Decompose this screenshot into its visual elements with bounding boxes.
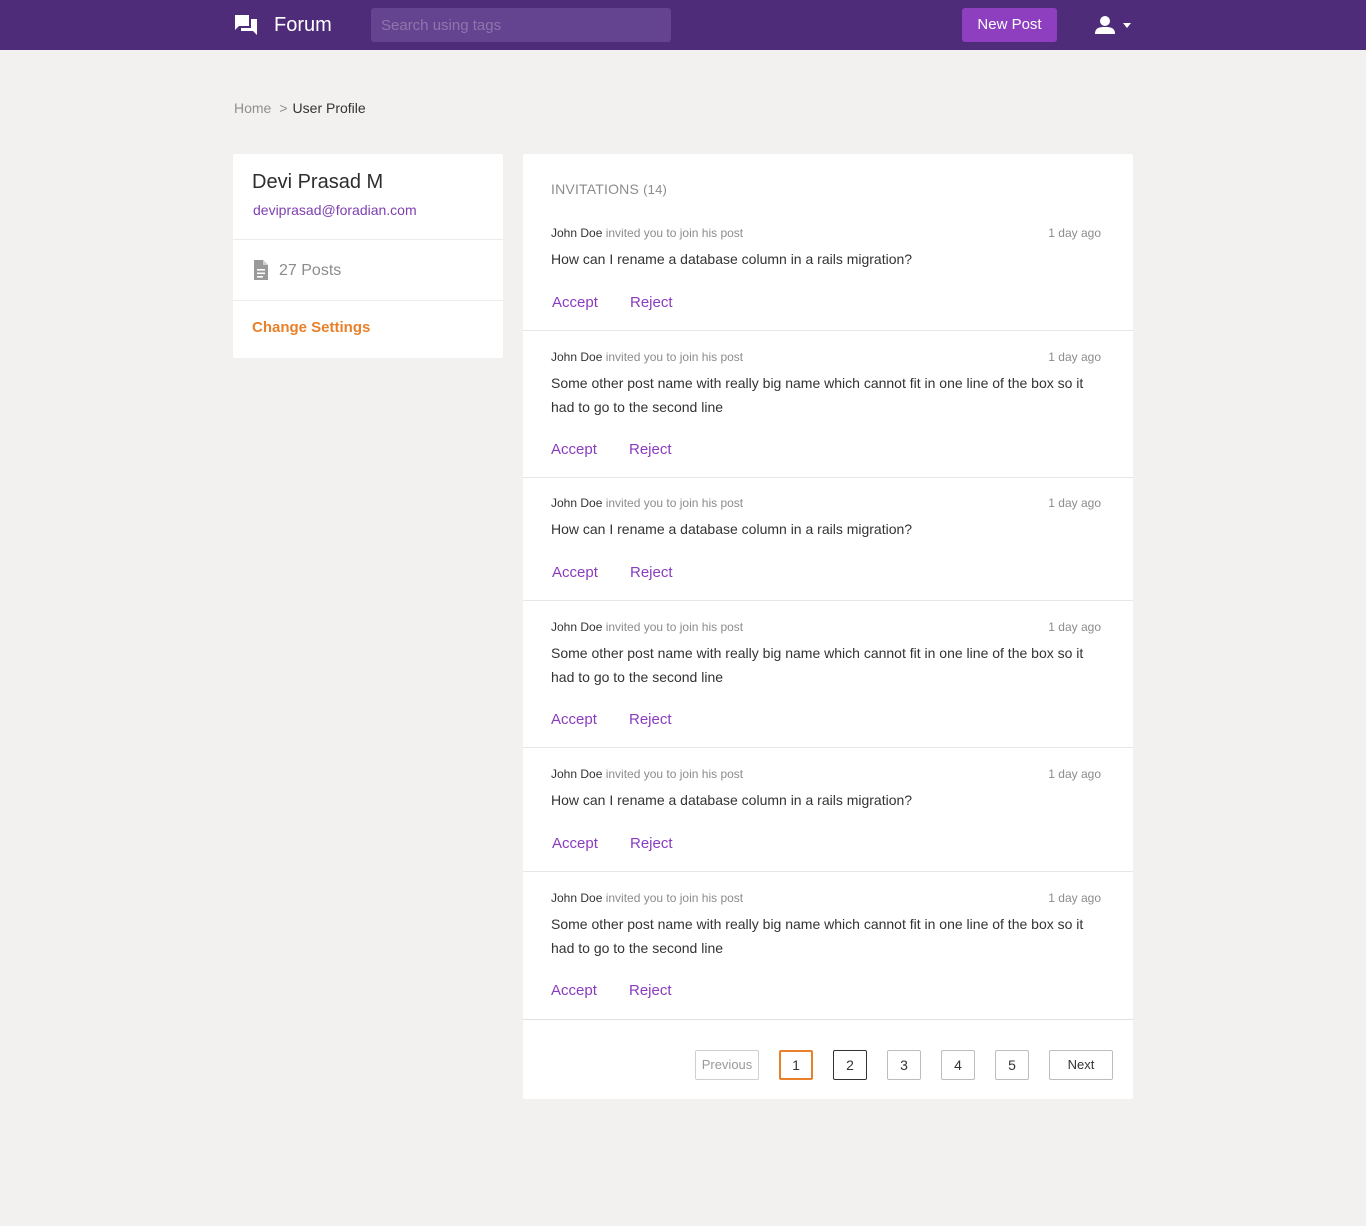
accept-button[interactable]: Accept bbox=[552, 834, 598, 854]
invitation-meta: John Doe invited you to join his post bbox=[551, 766, 743, 782]
invitation-post-title[interactable]: How can I rename a database column in a … bbox=[551, 247, 1103, 271]
accept-button[interactable]: Accept bbox=[551, 710, 597, 730]
reject-button[interactable]: Reject bbox=[629, 710, 672, 730]
invitation-action-text: invited you to join his post bbox=[605, 350, 744, 364]
invitation-item: John Doe invited you to join his post 1 … bbox=[523, 494, 1133, 601]
invitation-time: 1 day ago bbox=[1048, 767, 1101, 781]
invitation-action-text: invited you to join his post bbox=[605, 891, 744, 905]
invitation-post-title[interactable]: How can I rename a database column in a … bbox=[551, 788, 1103, 812]
top-navbar: Forum New Post bbox=[0, 0, 1366, 50]
pagination-page-4[interactable]: 4 bbox=[941, 1050, 975, 1080]
breadcrumb-separator: > bbox=[279, 100, 288, 116]
invitation-author[interactable]: John Doe bbox=[551, 891, 602, 905]
invitation-meta: John Doe invited you to join his post bbox=[551, 349, 743, 365]
reject-button[interactable]: Reject bbox=[630, 293, 673, 313]
accept-button[interactable]: Accept bbox=[552, 563, 598, 583]
invitation-author[interactable]: John Doe bbox=[551, 767, 602, 781]
pagination-page-5[interactable]: 5 bbox=[995, 1050, 1029, 1080]
invitation-item: John Doe invited you to join his post 1 … bbox=[523, 765, 1133, 872]
reject-button[interactable]: Reject bbox=[630, 563, 673, 583]
change-settings-link[interactable]: Change Settings bbox=[252, 319, 370, 336]
breadcrumb: Home > User Profile bbox=[234, 99, 366, 117]
search-input[interactable] bbox=[371, 8, 671, 42]
user-menu[interactable] bbox=[1094, 14, 1134, 38]
invitation-item: John Doe invited you to join his post 1 … bbox=[523, 889, 1133, 1020]
divider bbox=[233, 239, 503, 240]
invitation-post-title[interactable]: How can I rename a database column in a … bbox=[551, 517, 1103, 541]
invitation-post-title[interactable]: Some other post name with really big nam… bbox=[551, 912, 1103, 960]
invitation-time: 1 day ago bbox=[1048, 496, 1101, 510]
brand-title[interactable]: Forum bbox=[274, 13, 332, 37]
invitation-author[interactable]: John Doe bbox=[551, 226, 602, 240]
accept-button[interactable]: Accept bbox=[551, 440, 597, 460]
invitation-action-text: invited you to join his post bbox=[605, 767, 744, 781]
invitations-title: INVITATIONS bbox=[551, 181, 640, 197]
invitations-heading: INVITATIONS (14) bbox=[551, 181, 667, 197]
caret-down-icon bbox=[1123, 23, 1131, 28]
invitation-action-text: invited you to join his post bbox=[605, 226, 744, 240]
invitation-item: John Doe invited you to join his post 1 … bbox=[523, 348, 1133, 478]
pagination-page-2[interactable]: 2 bbox=[833, 1050, 867, 1080]
breadcrumb-current: User Profile bbox=[292, 100, 366, 116]
invitation-meta: John Doe invited you to join his post bbox=[551, 619, 743, 635]
profile-name: Devi Prasad M bbox=[252, 171, 384, 193]
pagination-previous-button[interactable]: Previous bbox=[695, 1050, 759, 1080]
invitation-author[interactable]: John Doe bbox=[551, 496, 602, 510]
new-post-button[interactable]: New Post bbox=[962, 8, 1057, 42]
invitation-post-title[interactable]: Some other post name with really big nam… bbox=[551, 371, 1103, 419]
accept-button[interactable]: Accept bbox=[551, 981, 597, 1001]
invitation-meta: John Doe invited you to join his post bbox=[551, 890, 743, 906]
profile-email-link[interactable]: deviprasad@foradian.com bbox=[253, 202, 417, 218]
invitation-author[interactable]: John Doe bbox=[551, 350, 602, 364]
user-icon bbox=[1095, 16, 1115, 34]
invitation-meta: John Doe invited you to join his post bbox=[551, 225, 743, 241]
pagination-next-button[interactable]: Next bbox=[1049, 1050, 1113, 1080]
invitation-meta: John Doe invited you to join his post bbox=[551, 495, 743, 511]
reject-button[interactable]: Reject bbox=[629, 981, 672, 1001]
invitation-time: 1 day ago bbox=[1048, 620, 1101, 634]
pagination-page-1[interactable]: 1 bbox=[779, 1050, 813, 1080]
forum-chat-icon[interactable] bbox=[234, 14, 258, 36]
document-icon bbox=[254, 260, 268, 280]
invitation-action-text: invited you to join his post bbox=[605, 620, 744, 634]
divider bbox=[233, 300, 503, 301]
invitations-panel: INVITATIONS (14) John Doe invited you to… bbox=[523, 154, 1133, 1099]
pagination-page-3[interactable]: 3 bbox=[887, 1050, 921, 1080]
invitation-item: John Doe invited you to join his post 1 … bbox=[523, 618, 1133, 748]
reject-button[interactable]: Reject bbox=[630, 834, 673, 854]
invitation-item: John Doe invited you to join his post 1 … bbox=[523, 224, 1133, 331]
invitation-time: 1 day ago bbox=[1048, 350, 1101, 364]
profile-card: Devi Prasad M deviprasad@foradian.com 27… bbox=[233, 154, 503, 358]
breadcrumb-home-link[interactable]: Home bbox=[234, 100, 271, 116]
pagination: Previous 1 2 3 4 5 Next bbox=[523, 1050, 1133, 1080]
reject-button[interactable]: Reject bbox=[629, 440, 672, 460]
invitation-author[interactable]: John Doe bbox=[551, 620, 602, 634]
invitation-time: 1 day ago bbox=[1048, 891, 1101, 905]
invitation-action-text: invited you to join his post bbox=[605, 496, 744, 510]
invitations-count: (14) bbox=[643, 182, 668, 197]
posts-count[interactable]: 27 Posts bbox=[279, 262, 341, 280]
invitation-time: 1 day ago bbox=[1048, 226, 1101, 240]
invitation-post-title[interactable]: Some other post name with really big nam… bbox=[551, 641, 1103, 689]
accept-button[interactable]: Accept bbox=[552, 293, 598, 313]
